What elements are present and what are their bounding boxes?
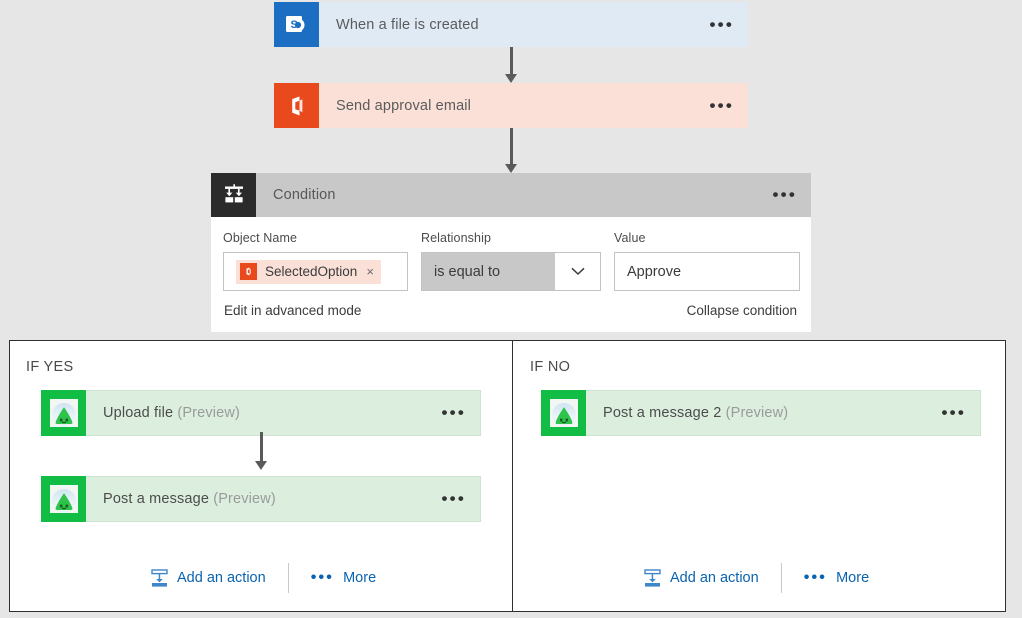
- more-button-yes[interactable]: ••• More: [311, 570, 376, 586]
- token-label: SelectedOption: [265, 264, 357, 279]
- add-action-icon: [151, 569, 168, 588]
- add-an-action-label-yes: Add an action: [177, 570, 266, 586]
- field-relationship: Relationship is equal to: [421, 231, 614, 291]
- upload-file-card-menu-icon[interactable]: •••: [442, 409, 466, 417]
- action-card-post-a-message-2[interactable]: Post a message 2 (Preview) •••: [541, 390, 981, 436]
- add-an-action-button-yes[interactable]: Add an action: [151, 569, 266, 588]
- post-a-message-2-card-menu-icon[interactable]: •••: [942, 409, 966, 417]
- hipchat-icon: [541, 390, 586, 436]
- field-object-name: Object Name SelectedOption ×: [223, 231, 421, 291]
- condition-menu-icon[interactable]: •••: [773, 191, 797, 199]
- field-value-label: Value: [614, 231, 800, 245]
- connector-arrow-trigger-to-email: [505, 47, 518, 83]
- field-object-name-label: Object Name: [223, 231, 421, 245]
- action-card-upload-file[interactable]: Upload file (Preview) •••: [41, 390, 481, 436]
- trigger-card-menu-icon[interactable]: •••: [710, 21, 734, 29]
- hipchat-icon: [41, 390, 86, 436]
- token-selected-option[interactable]: SelectedOption ×: [236, 260, 381, 284]
- trigger-card-title: When a file is created: [336, 17, 479, 33]
- hipchat-icon: [41, 476, 86, 522]
- action-bar-divider-yes: [288, 563, 289, 593]
- branch-if-no: IF NO Add an action ••• More: [513, 341, 1005, 611]
- preview-tag: (Preview): [173, 405, 240, 421]
- condition-header-body[interactable]: Condition •••: [256, 173, 811, 217]
- branch-if-no-label: IF NO: [530, 359, 570, 375]
- upload-file-card-body[interactable]: Upload file (Preview) •••: [86, 390, 481, 436]
- more-label-yes: More: [343, 570, 376, 586]
- post-a-message-card-menu-icon[interactable]: •••: [442, 495, 466, 503]
- post-a-message-2-card-body[interactable]: Post a message 2 (Preview) •••: [586, 390, 981, 436]
- office365-icon: [274, 83, 319, 128]
- upload-file-card-title: Upload file (Preview): [103, 405, 240, 421]
- office365-token-icon: [240, 263, 257, 280]
- trigger-card-body[interactable]: When a file is created •••: [319, 2, 748, 47]
- value-input[interactable]: Approve: [614, 252, 800, 291]
- trigger-card-when-a-file-is-created[interactable]: S When a file is created •••: [274, 2, 748, 47]
- action-card-post-a-message[interactable]: Post a message (Preview) •••: [41, 476, 481, 522]
- field-value: Value Approve: [614, 231, 800, 291]
- post-a-message-card-title: Post a message (Preview): [103, 491, 276, 507]
- connector-arrow-email-to-condition: [505, 128, 518, 173]
- more-dots-icon-no: •••: [804, 574, 827, 582]
- field-relationship-label: Relationship: [421, 231, 614, 245]
- sharepoint-icon: S: [274, 2, 319, 47]
- add-an-action-label-no: Add an action: [670, 570, 759, 586]
- collapse-condition-link[interactable]: Collapse condition: [687, 303, 797, 318]
- post-a-message-2-card-title: Post a message 2 (Preview): [603, 405, 788, 421]
- object-name-input[interactable]: SelectedOption ×: [223, 252, 408, 291]
- post-a-message-card-body[interactable]: Post a message (Preview) •••: [86, 476, 481, 522]
- preview-tag: (Preview): [209, 491, 276, 507]
- action-card-send-approval-email[interactable]: Send approval email •••: [274, 83, 748, 128]
- token-remove-icon[interactable]: ×: [366, 265, 374, 278]
- condition-block: Condition ••• Object Name SelectedOption…: [211, 173, 811, 332]
- condition-branch-icon: [211, 173, 256, 217]
- email-card-body[interactable]: Send approval email •••: [319, 83, 748, 128]
- chevron-down-icon[interactable]: [555, 253, 600, 290]
- relationship-dropdown[interactable]: is equal to: [421, 252, 601, 291]
- branch-if-yes-label: IF YES: [26, 359, 73, 375]
- more-button-no[interactable]: ••• More: [804, 570, 869, 586]
- preview-tag: (Preview): [721, 405, 788, 421]
- action-bar-divider-no: [781, 563, 782, 593]
- condition-header[interactable]: Condition •••: [211, 173, 811, 217]
- branch-if-yes-action-bar: Add an action ••• More: [151, 563, 376, 593]
- condition-footer: Edit in advanced mode Collapse condition: [211, 297, 811, 332]
- add-action-icon: [644, 569, 661, 588]
- relationship-selected-value: is equal to: [422, 253, 555, 290]
- branch-if-no-action-bar: Add an action ••• More: [644, 563, 869, 593]
- add-an-action-button-no[interactable]: Add an action: [644, 569, 759, 588]
- email-card-title: Send approval email: [336, 98, 471, 114]
- condition-fields-row: Object Name SelectedOption × Relationshi…: [211, 217, 811, 297]
- condition-title: Condition: [273, 187, 336, 203]
- more-label-no: More: [836, 570, 869, 586]
- edit-in-advanced-mode-link[interactable]: Edit in advanced mode: [224, 303, 361, 318]
- more-dots-icon-yes: •••: [311, 574, 334, 582]
- email-card-menu-icon[interactable]: •••: [710, 102, 734, 110]
